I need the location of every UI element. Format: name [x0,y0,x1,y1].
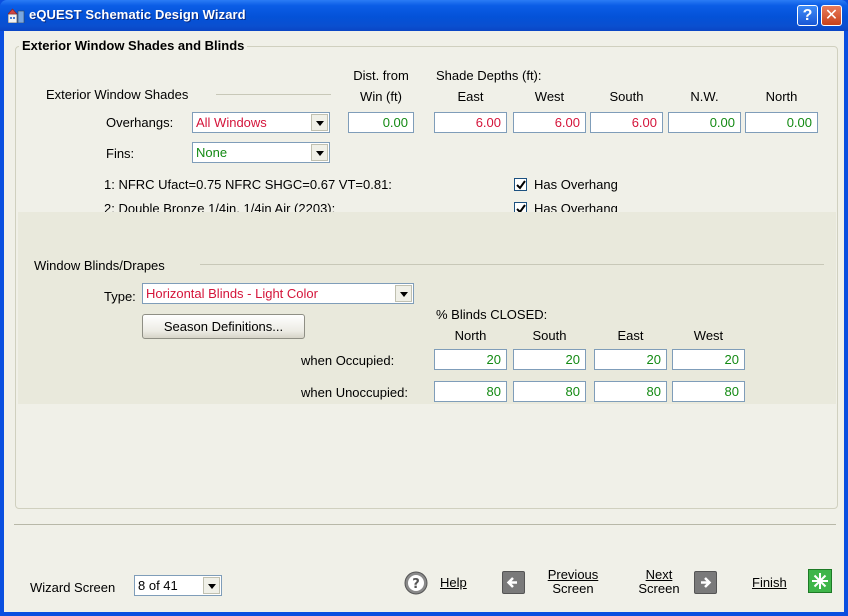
glass-type-1: 1: NFRC Ufact=0.75 NFRC SHGC=0.67 VT=0.8… [104,177,392,192]
blinds-column-south: South [532,328,567,343]
column-header-nw: N.W. [690,89,719,104]
column-header-west: West [534,89,565,104]
title-close-button[interactable]: ✕ [821,5,842,26]
wizard-window: eQUEST Schematic Design Wizard ? ✕ Exter… [0,0,848,616]
chevron-down-icon[interactable] [311,144,328,161]
equest-app-icon [8,8,25,23]
fins-label: Fins: [106,146,135,161]
previous-arrow-icon[interactable] [502,571,525,594]
next-screen-link[interactable]: Next Screen [628,568,690,596]
dist-header-line2: Win (ft) [360,89,402,104]
unoccupied-west-input[interactable]: 80 [672,381,745,402]
shade-depth-nw-input[interactable]: 0.00 [668,112,741,133]
exterior-shades-divider [216,94,331,95]
blinds-group-title: Window Blinds/Drapes [34,258,165,273]
help-icon[interactable]: ? [404,571,428,595]
previous-line2: Screen [552,581,594,596]
unoccupied-north-input[interactable]: 80 [434,381,507,402]
finish-link[interactable]: Finish [752,576,787,590]
when-unoccupied-label: when Unoccupied: [301,385,408,400]
overhangs-select-value: All Windows [196,115,267,130]
unoccupied-south-input[interactable]: 80 [513,381,586,402]
chevron-down-icon[interactable] [311,114,328,131]
overhangs-label: Overhangs: [106,115,174,130]
column-header-south: South [609,89,644,104]
exterior-shades-subtitle: Exterior Window Shades [46,87,189,102]
wizard-screen-label: Wizard Screen [30,580,116,595]
blinds-column-west: West [693,328,724,343]
next-arrow-icon[interactable] [694,571,717,594]
svg-text:?: ? [412,577,420,592]
blinds-column-north: North [454,328,487,343]
shade-depths-header: Shade Depths (ft): [436,68,542,83]
blinds-panel [18,212,836,404]
has-overhang-1-checkbox[interactable] [514,178,527,191]
overhangs-select[interactable]: All Windows [192,112,330,133]
wizard-screen-value: 8 of 41 [138,578,178,593]
previous-screen-link[interactable]: Previous Screen [540,568,606,596]
when-occupied-label: when Occupied: [301,353,395,368]
season-definitions-button[interactable]: Season Definitions... [142,314,305,339]
column-header-north: North [765,89,798,104]
footer-divider [14,524,836,525]
blinds-type-label: Type: [104,289,136,304]
blinds-column-east: East [617,328,644,343]
blinds-type-select[interactable]: Horizontal Blinds - Light Color [142,283,414,304]
has-overhang-1-label[interactable]: Has Overhang [534,177,618,192]
shades-group-title: Exterior Window Shades and Blinds [19,38,248,53]
help-link[interactable]: Help [440,576,467,590]
shade-depth-east-input[interactable]: 6.00 [434,112,507,133]
dist-from-window-input[interactable]: 0.00 [348,112,414,133]
title-help-button[interactable]: ? [797,5,818,26]
blinds-closed-header: % Blinds CLOSED: [436,307,548,322]
chevron-down-icon[interactable] [203,577,220,594]
fins-select-value: None [196,145,228,160]
finish-sparkle-icon[interactable] [808,569,832,593]
previous-line1: Previous [547,567,599,582]
blinds-divider [200,264,824,265]
blinds-type-select-value: Horizontal Blinds - Light Color [146,286,318,301]
window-title: eQUEST Schematic Design Wizard [29,7,246,22]
dist-header-line1: Dist. from [353,68,409,83]
occupied-east-input[interactable]: 20 [594,349,667,370]
fins-select[interactable]: None [192,142,330,163]
unoccupied-east-input[interactable]: 80 [594,381,667,402]
occupied-south-input[interactable]: 20 [513,349,586,370]
chevron-down-icon[interactable] [395,285,412,302]
shade-depth-west-input[interactable]: 6.00 [513,112,586,133]
checkmark-icon [516,180,526,190]
occupied-west-input[interactable]: 20 [672,349,745,370]
shade-depth-south-input[interactable]: 6.00 [590,112,663,133]
shade-depth-north-input[interactable]: 0.00 [745,112,818,133]
title-bar[interactable]: eQUEST Schematic Design Wizard ? ✕ [0,0,848,31]
next-line1: Next [645,567,673,582]
occupied-north-input[interactable]: 20 [434,349,507,370]
wizard-screen-select[interactable]: 8 of 41 [134,575,222,596]
next-line2: Screen [638,581,680,596]
column-header-east: East [457,89,484,104]
